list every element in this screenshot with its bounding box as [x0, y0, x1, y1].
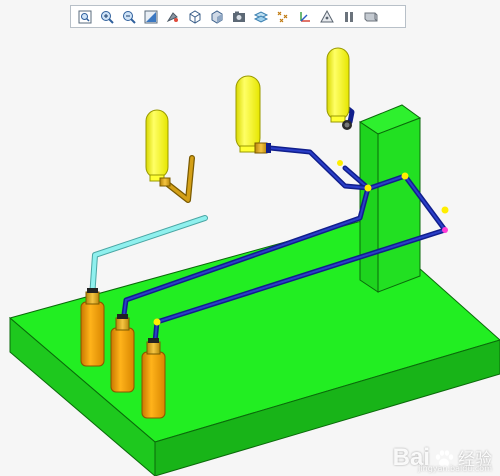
pause-button[interactable]: [339, 8, 359, 26]
point-display-button[interactable]: [273, 8, 293, 26]
csys-display-icon: [300, 11, 310, 22]
watermark-url: jingyan.baidu.com: [418, 464, 492, 473]
zoom-fit-button[interactable]: [75, 8, 95, 26]
tank-middle: [235, 75, 271, 154]
view-manager-icon: [233, 11, 245, 22]
model-viewport[interactable]: [0, 30, 500, 476]
zoom-out-button[interactable]: [119, 8, 139, 26]
zoom-in-icon: [101, 10, 114, 24]
tank-left: [145, 109, 171, 187]
datum-display-icon: [253, 10, 269, 23]
piping-assembly-model: [8, 47, 500, 476]
point-display-icon: [277, 11, 288, 22]
support-column: [358, 104, 422, 293]
zoom-fit-icon: [78, 10, 92, 23]
tank-right: [326, 47, 352, 130]
spin-center-icon: [166, 11, 178, 22]
spin-center-button[interactable]: [163, 8, 183, 26]
zoom-out-icon: [123, 10, 136, 24]
repaint-icon: [144, 10, 158, 23]
view-tools-button[interactable]: [361, 8, 381, 26]
view-manager-button[interactable]: [229, 8, 249, 26]
pause-icon: [345, 11, 353, 22]
datum-display-button[interactable]: [251, 8, 271, 26]
annotation-display-button[interactable]: [317, 8, 337, 26]
repaint-button[interactable]: [141, 8, 161, 26]
display-style-button[interactable]: [207, 8, 227, 26]
csys-display-button[interactable]: [295, 8, 315, 26]
zoom-in-button[interactable]: [97, 8, 117, 26]
view-tools-icon: [364, 12, 378, 21]
annotation-display-icon: [320, 9, 334, 22]
graphics-toolbar: [70, 5, 406, 28]
baidu-watermark: Bai 经验 jingyan.baidu.com: [393, 446, 492, 474]
saved-orientation-button[interactable]: [185, 8, 205, 26]
display-style-icon: [211, 9, 223, 24]
saved-orientation-icon: [189, 9, 201, 24]
